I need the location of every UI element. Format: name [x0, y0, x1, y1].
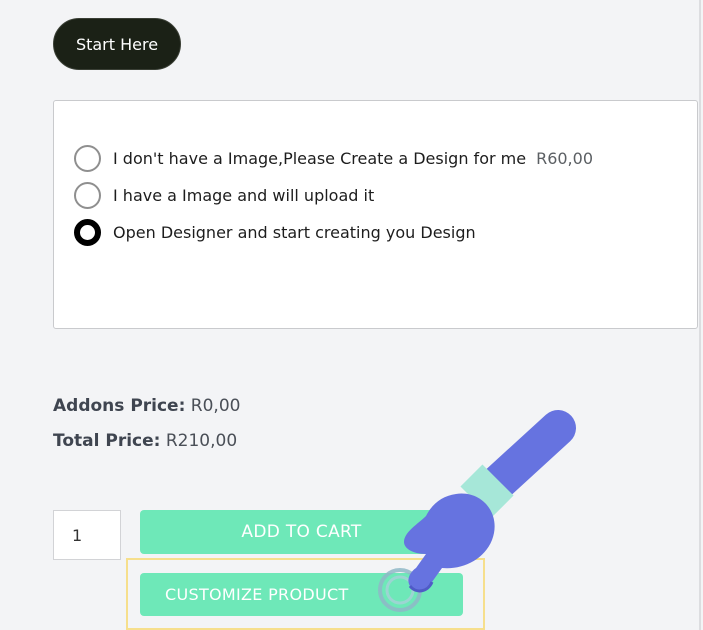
page-divider	[699, 0, 701, 630]
total-price-value: R210,00	[165, 431, 238, 451]
option-label: I have a Image and will upload it	[113, 186, 375, 205]
option-label: Open Designer and start creating you Des…	[113, 223, 476, 242]
radio-create-design[interactable]	[74, 145, 101, 172]
addons-price: Addons Price: R0,00	[53, 396, 240, 416]
radio-open-designer[interactable]	[74, 219, 101, 246]
quantity-input[interactable]	[53, 510, 121, 560]
option-create-design[interactable]: I don't have a Image,Please Create a Des…	[74, 145, 593, 172]
addons-price-label: Addons Price:	[53, 396, 186, 416]
option-open-designer[interactable]: Open Designer and start creating you Des…	[74, 219, 476, 246]
option-price: R60,00	[536, 149, 593, 168]
total-price-label: Total Price:	[53, 431, 161, 451]
pointing-hand-icon	[378, 410, 576, 612]
start-here-button[interactable]: Start Here	[53, 18, 181, 70]
total-price: Total Price: R210,00	[53, 431, 237, 451]
option-upload-image[interactable]: I have a Image and will upload it	[74, 182, 374, 209]
option-label: I don't have a Image,Please Create a Des…	[113, 149, 527, 168]
addons-price-value: R0,00	[190, 396, 241, 416]
design-options-panel: I don't have a Image,Please Create a Des…	[53, 100, 698, 329]
radio-upload-image[interactable]	[74, 182, 101, 209]
